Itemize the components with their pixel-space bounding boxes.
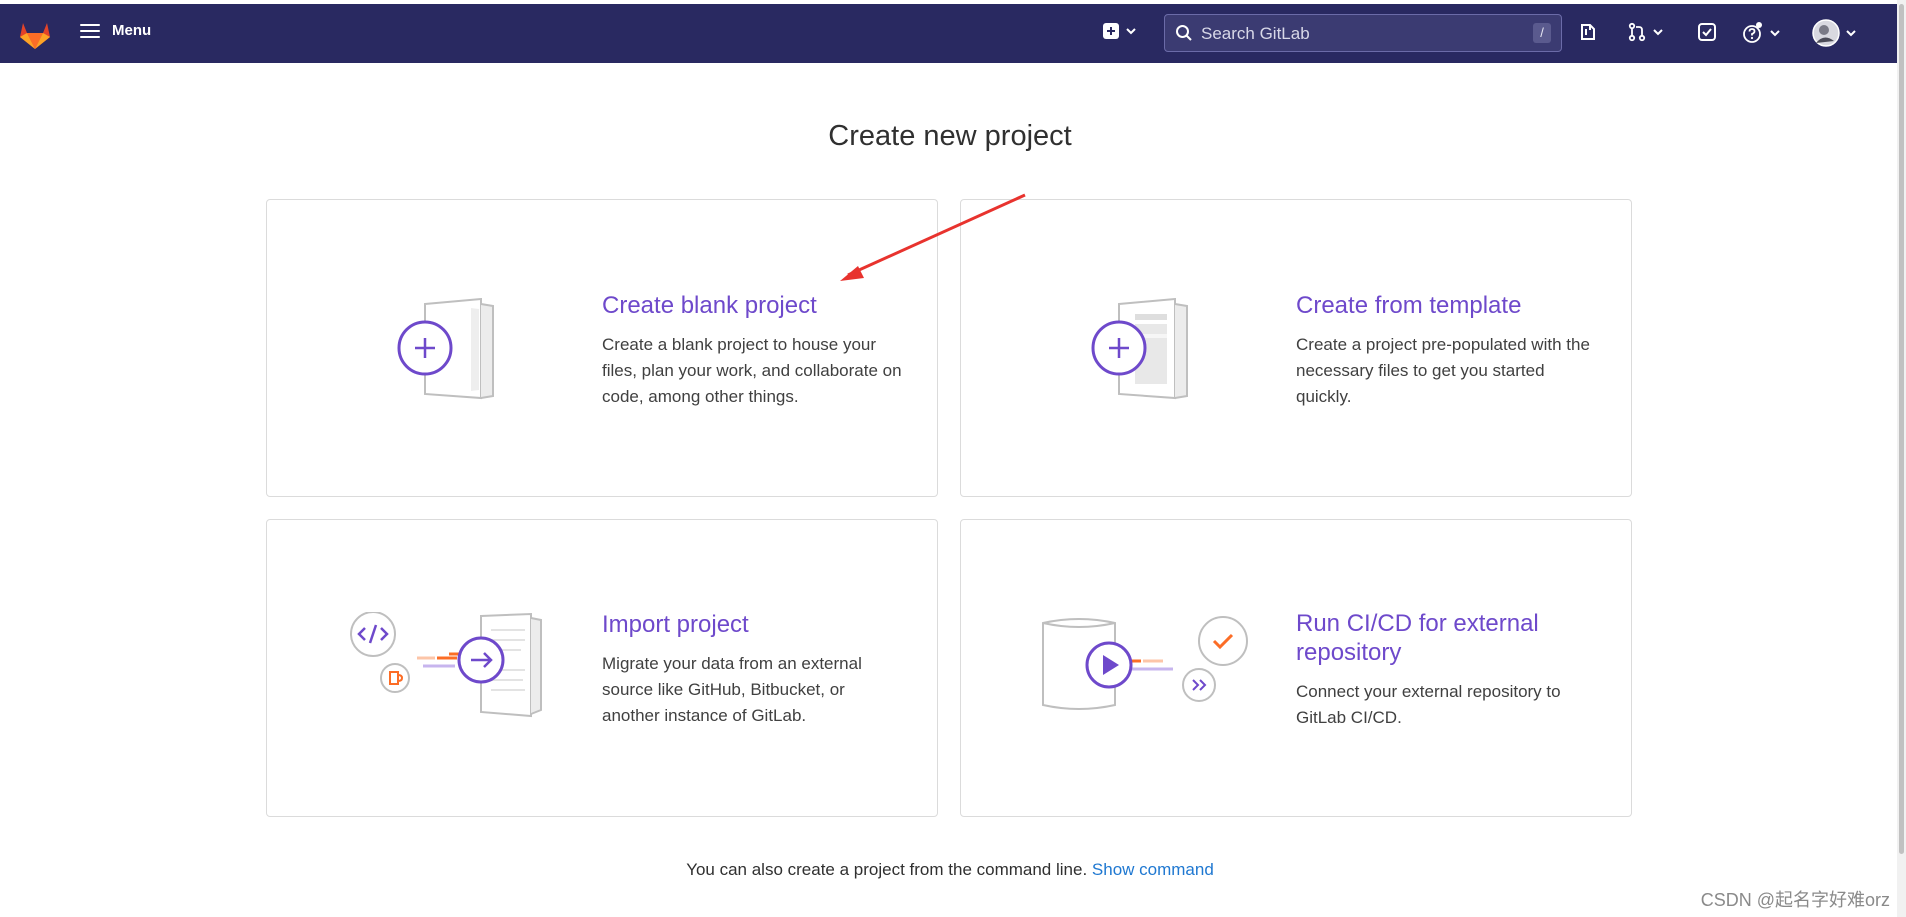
run-cicd-external-repository-card[interactable]: Run CI/CD for external repository Connec… (960, 519, 1632, 817)
issues-icon (1581, 24, 1595, 40)
new-item-dropdown[interactable] (1102, 22, 1138, 40)
card-title[interactable]: Import project (602, 610, 922, 639)
card-title[interactable]: Create blank project (602, 291, 922, 320)
new-item-icon (1103, 23, 1119, 39)
chevron-down-icon (1126, 28, 1136, 35)
search-icon (1176, 25, 1192, 41)
merge-requests-icon (1628, 22, 1646, 42)
help-icon (1743, 22, 1762, 43)
todos-button[interactable] (1697, 22, 1717, 42)
page-title: Create new project (828, 120, 1072, 152)
template-project-illustration-icon (1091, 298, 1188, 400)
chevron-down-icon (1653, 29, 1663, 36)
avatar (1812, 19, 1840, 47)
merge-requests-dropdown[interactable] (1627, 22, 1665, 42)
csdn-watermark: CSDN @起名字好难orz (1700, 890, 1890, 910)
card-title[interactable]: Create from template (1296, 291, 1616, 320)
hamburger-icon (80, 23, 100, 38)
show-command-link[interactable]: Show command (1092, 860, 1214, 879)
search-box[interactable]: / (1164, 14, 1562, 52)
main-menu-button[interactable]: Menu (80, 22, 151, 39)
todos-icon (1698, 23, 1716, 41)
menu-label: Menu (112, 22, 152, 39)
blank-project-illustration-icon (397, 298, 494, 400)
search-input[interactable] (1199, 21, 1503, 47)
card-title[interactable]: Run CI/CD for external repository (1296, 609, 1616, 667)
search-shortcut-badge: / (1533, 23, 1551, 43)
import-project-card[interactable]: Import project Migrate your data from an… (266, 519, 938, 817)
help-dropdown[interactable] (1742, 22, 1782, 44)
user-menu-dropdown[interactable] (1812, 19, 1858, 47)
gitlab-logo-icon[interactable] (18, 18, 52, 50)
card-description: Migrate your data from an external sourc… (602, 654, 862, 725)
card-description: Connect your external repository to GitL… (1296, 682, 1561, 727)
import-project-illustration-icon (350, 612, 542, 718)
card-description: Create a project pre-populated with the … (1296, 335, 1590, 406)
annotation-arrow-icon (840, 193, 1026, 281)
command-line-hint: You can also create a project from the c… (0, 860, 1900, 880)
issues-button[interactable] (1578, 22, 1598, 42)
cicd-project-illustration-icon (1042, 616, 1248, 710)
create-from-template-card[interactable]: Create from template Create a project pr… (960, 199, 1632, 497)
command-line-text: You can also create a project from the c… (686, 860, 1088, 879)
chevron-down-icon (1846, 30, 1856, 37)
chevron-down-icon (1770, 30, 1780, 37)
card-description: Create a blank project to house your fil… (602, 335, 902, 406)
top-navbar: Menu / (0, 4, 1897, 63)
